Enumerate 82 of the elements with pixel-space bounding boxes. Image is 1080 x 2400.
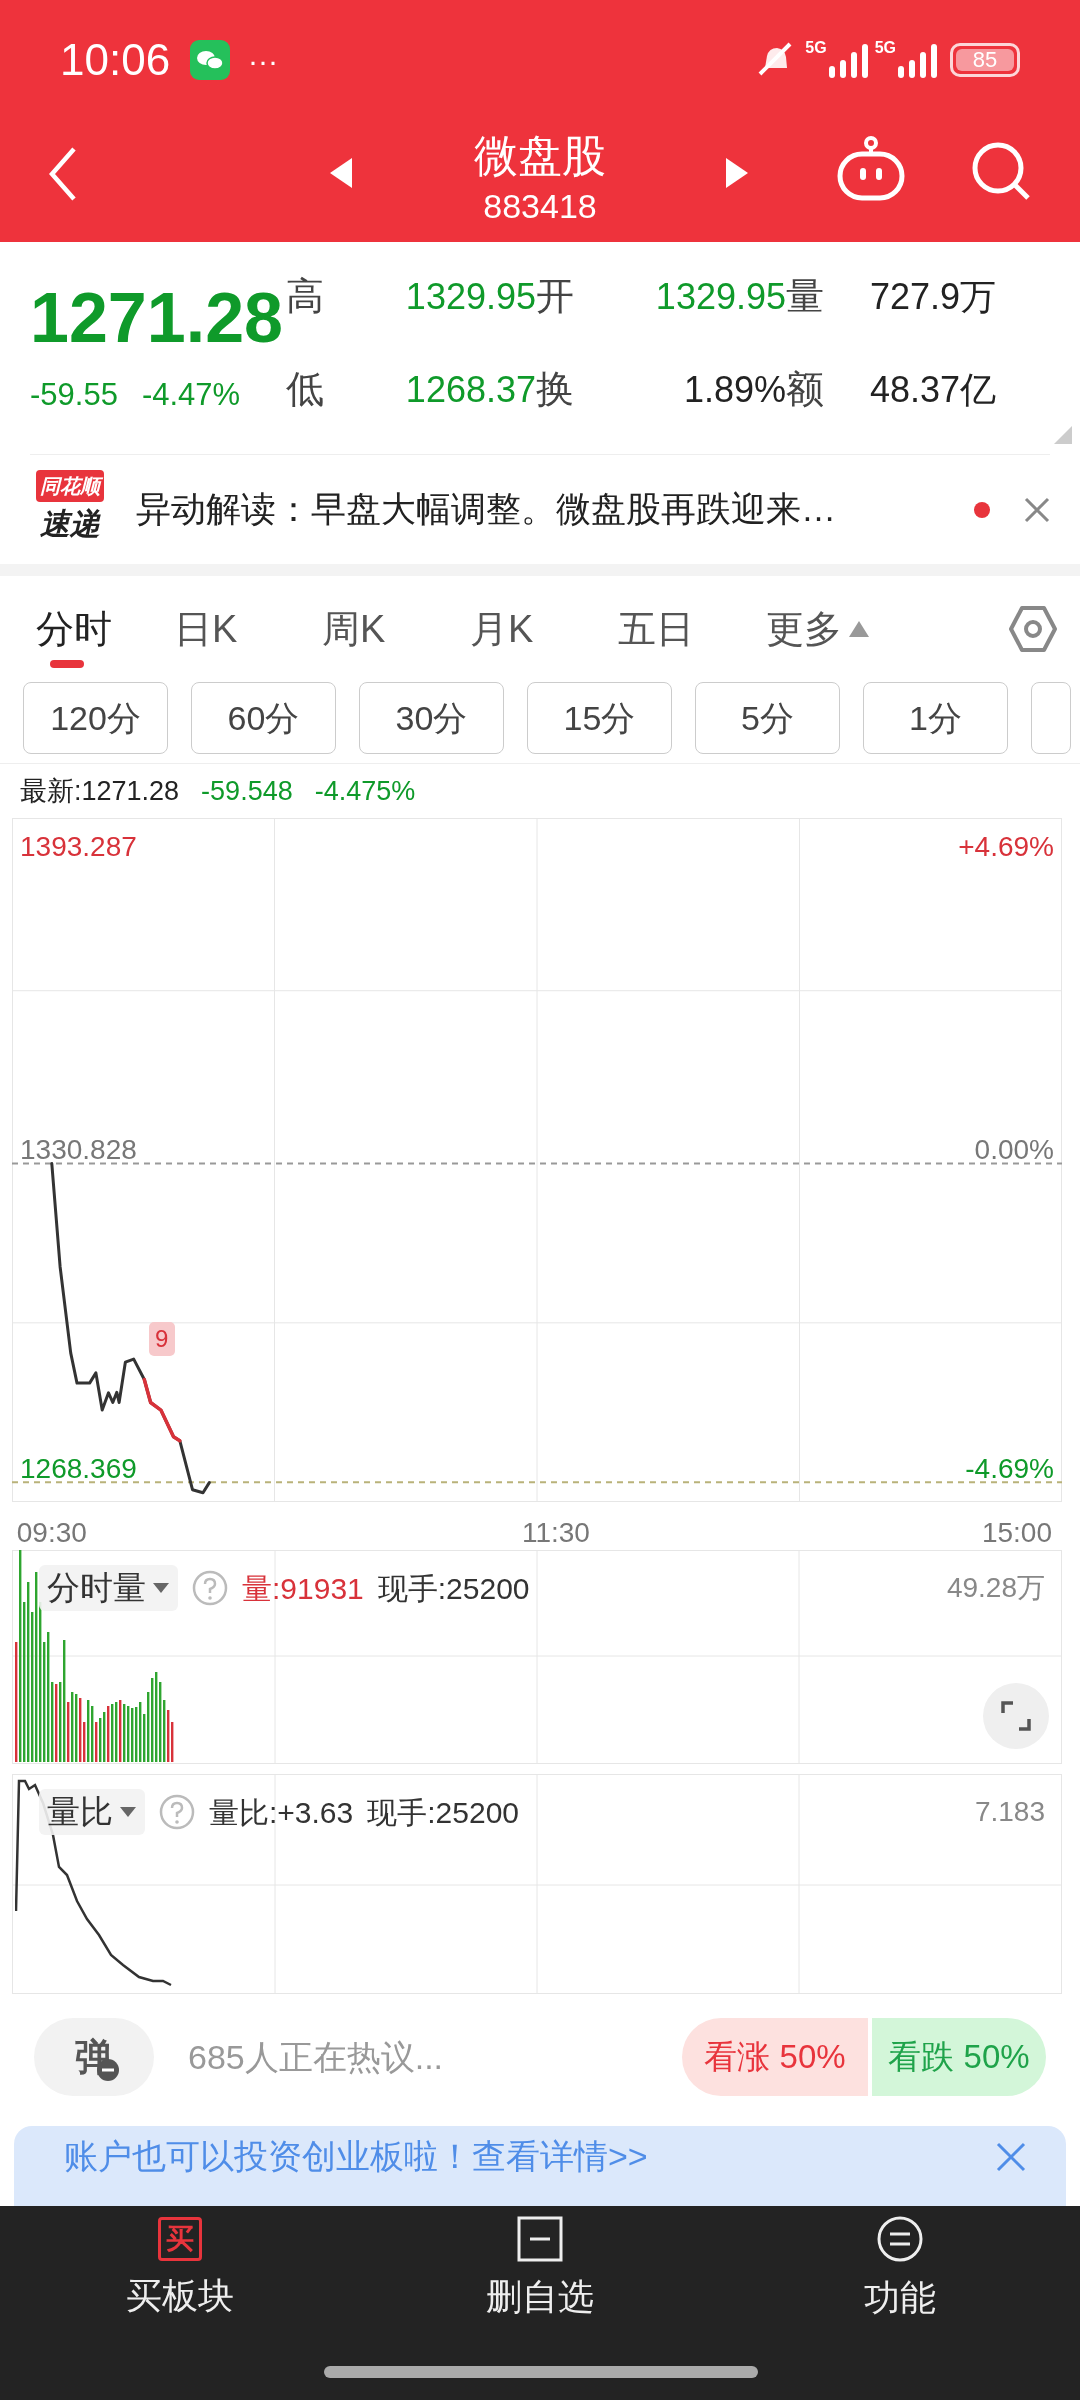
close-icon[interactable] [996, 2142, 1026, 2172]
discussion-count: 685人正在热议... [188, 2036, 445, 2078]
more-notifications: ··· [248, 42, 279, 79]
badge-title-text: 速递 [40, 505, 100, 542]
chart-tab[interactable]: 五日 [618, 576, 766, 682]
clock-time: 10:06 [60, 34, 171, 86]
period-button[interactable]: 60分 [191, 682, 336, 754]
chart-tab[interactable]: 日K [174, 576, 322, 682]
bottom-nav-item[interactable]: 买 买板块 [0, 2206, 360, 2334]
news-headline[interactable]: 异动解读：早盘大幅调整。微盘股再跌迎来… [136, 483, 974, 536]
previous-icon[interactable] [330, 158, 354, 188]
chat-app-icon [190, 40, 231, 80]
stat-label: 换 [536, 367, 575, 412]
price-change: -59.55 [30, 376, 118, 414]
minus-square-icon [517, 2216, 563, 2262]
current-hand-value: 现手:25200 [367, 1794, 519, 1831]
stat-value: 727.9万 [868, 274, 996, 319]
latest-change: -59.548 [201, 774, 293, 808]
latest-change-percent: -4.475% [314, 774, 416, 808]
current-hand-value: 现手:25200 [377, 1570, 530, 1607]
next-icon[interactable] [724, 158, 748, 188]
volume-value: 量:91931 [242, 1570, 364, 1607]
page-title: 微盘股 [474, 130, 606, 182]
dropdown-caret-icon [152, 1582, 170, 1594]
stat-value: 1.89% [682, 367, 786, 412]
stat-value: 1329.95 [404, 274, 536, 319]
up-caret-icon [848, 619, 870, 639]
change-percent: -4.47% [141, 376, 241, 414]
close-icon[interactable] [1024, 496, 1050, 523]
buy-icon: 买 [158, 2217, 202, 2261]
y-axis-label: 1268.369 [20, 1452, 137, 1487]
chart-tab[interactable]: 更多 [766, 576, 896, 682]
indicator-selector[interactable]: 量比 [39, 1789, 145, 1835]
stat-value: 1268.37 [404, 367, 536, 412]
search-icon[interactable] [970, 140, 1032, 202]
settings-icon[interactable] [1008, 604, 1058, 654]
last-price: 1271.28 [30, 278, 280, 358]
stat-label: 开 [536, 274, 575, 319]
signal-icon [896, 42, 940, 78]
stat-label: 量 [786, 274, 825, 319]
chart-tab[interactable]: 分时 [36, 576, 174, 682]
axis-max-label: 49.28万 [946, 1571, 1045, 1605]
period-button[interactable]: 5分 [695, 682, 840, 754]
y-axis-label: 1393.287 [20, 830, 137, 864]
back-icon[interactable] [48, 146, 78, 202]
signal-icon [826, 42, 871, 78]
period-button[interactable]: 30分 [359, 682, 504, 754]
badge-brand-text: 同花顺 [36, 469, 104, 502]
period-button[interactable]: 15分 [527, 682, 672, 754]
period-button[interactable]: 120分 [23, 682, 168, 754]
x-axis-label: 09:30 [16, 1516, 87, 1550]
percent-label: -4.69% [965, 1452, 1054, 1487]
percent-label: +4.69% [958, 830, 1054, 864]
stat-value: 48.37亿 [868, 367, 996, 412]
indicator-selector[interactable]: 分时量 [39, 1565, 178, 1611]
help-icon[interactable] [159, 1794, 195, 1830]
stat-label: 高 [286, 274, 325, 319]
trade-marker: 9 [148, 1322, 175, 1357]
x-axis-label: 11:30 [521, 1516, 590, 1550]
y-axis-label: 1330.828 [20, 1133, 137, 1168]
period-button[interactable]: 1分 [863, 682, 1008, 754]
bottom-nav-item[interactable]: 功能 [720, 2206, 1080, 2334]
robot-icon[interactable] [836, 136, 906, 202]
stat-label: 额 [786, 367, 825, 412]
network-type: 5G [805, 38, 827, 58]
bottom-nav-item[interactable]: 删自选 [360, 2206, 720, 2334]
fullscreen-icon[interactable] [983, 1683, 1049, 1749]
axis-max-label: 7.183 [974, 1795, 1045, 1829]
latest-price: 最新:1271.28 [20, 774, 180, 808]
chart-tab[interactable]: 周K [322, 576, 470, 682]
percent-label: 0.00% [974, 1133, 1054, 1168]
help-icon[interactable] [192, 1570, 228, 1606]
stat-label: 低 [286, 367, 325, 412]
menu-icon [876, 2215, 924, 2263]
dropdown-caret-icon [119, 1806, 137, 1818]
volume-ratio-value: 量比:+3.63 [209, 1794, 354, 1831]
x-axis-label: 15:00 [981, 1516, 1052, 1550]
battery-level: 85 [956, 49, 1014, 71]
stock-code: 883418 [483, 186, 597, 227]
chart-tab[interactable]: 月K [470, 576, 618, 682]
stat-value: 1329.95 [654, 274, 786, 319]
network-type: 5G [874, 38, 896, 58]
